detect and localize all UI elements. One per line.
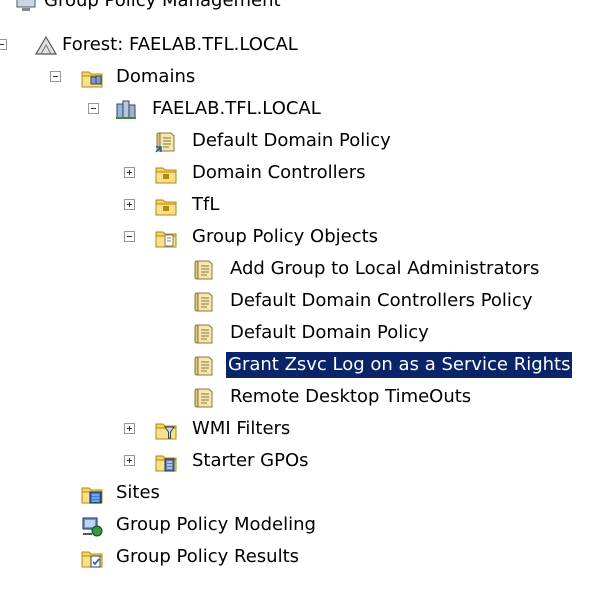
gpo-icon (192, 290, 216, 314)
sites-icon (80, 482, 104, 506)
tree-node-label: Grant Zsvc Log on as a Service Rights (226, 352, 573, 378)
tree-node-label: Remote Desktop TimeOuts (230, 386, 472, 407)
starter-gpos-icon (154, 450, 178, 474)
ou-folder-icon (154, 162, 178, 186)
tree-node-label: TfL (192, 194, 220, 215)
collapse-toggle[interactable] (124, 231, 135, 242)
tree-node-label: Group Policy Modeling (116, 514, 316, 535)
gpo-icon (192, 258, 216, 282)
gp-modeling-icon (80, 514, 104, 538)
wmi-filters-icon (154, 418, 178, 442)
gpo-folder-icon (154, 226, 178, 250)
gp-results-icon (80, 546, 104, 570)
tree-node-label: FAELAB.TFL.LOCAL (152, 98, 321, 119)
collapse-toggle[interactable] (88, 103, 99, 114)
expand-toggle[interactable] (124, 199, 135, 210)
expand-toggle[interactable] (124, 167, 135, 178)
gpo-icon (192, 386, 216, 410)
collapse-toggle[interactable] (50, 71, 61, 82)
gpm-console-icon (14, 0, 38, 14)
gpo-icon (192, 322, 216, 346)
tree-node-label: Default Domain Policy (230, 322, 429, 343)
domains-folder-icon (80, 66, 104, 90)
ou-folder-icon (154, 194, 178, 218)
gpo-link-icon (154, 130, 178, 154)
gpo-icon (192, 354, 216, 378)
collapse-toggle[interactable] (0, 39, 7, 50)
tree-node-label: Starter GPOs (192, 450, 309, 471)
tree-node-label: Group Policy Management (44, 0, 281, 11)
expand-toggle[interactable] (124, 455, 135, 466)
tree-node-label: Group Policy Results (116, 546, 300, 567)
tree-node-label: WMI Filters (192, 418, 291, 439)
tree-node-label: Default Domain Policy (192, 130, 391, 151)
domain-icon (114, 98, 138, 122)
forest-icon (34, 34, 58, 58)
gpm-tree: Group Policy Management Forest: FAELAB.T… (0, 0, 599, 589)
tree-node-label: Add Group to Local Administrators (230, 258, 540, 279)
tree-node-label: Domains (116, 66, 196, 87)
expand-toggle[interactable] (124, 423, 135, 434)
tree-node-label: Group Policy Objects (192, 226, 379, 247)
tree-node-label: Default Domain Controllers Policy (230, 290, 533, 311)
tree-node-label: Domain Controllers (192, 162, 366, 183)
tree-node-label: Sites (116, 482, 160, 503)
tree-node-label: Forest: FAELAB.TFL.LOCAL (62, 34, 298, 55)
